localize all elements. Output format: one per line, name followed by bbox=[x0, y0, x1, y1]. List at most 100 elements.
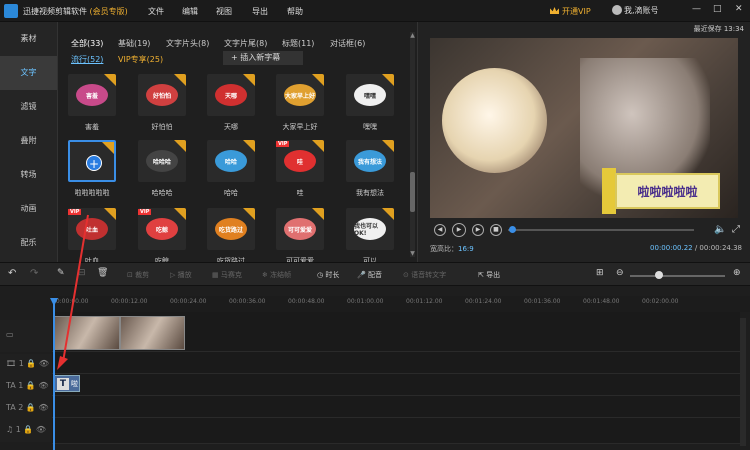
sticker-tile[interactable]: 吃鲸 VIP bbox=[138, 208, 186, 250]
sticker-tile[interactable]: 可可爱爱 bbox=[276, 208, 324, 250]
tab-titles[interactable]: 标题(11) bbox=[282, 38, 314, 49]
redo-icon[interactable]: ↷ bbox=[30, 268, 38, 279]
sidebar-item-text[interactable]: 文字 bbox=[0, 56, 57, 90]
subtab-popular[interactable]: 流行(52) bbox=[71, 54, 103, 65]
timeline-scrollbar[interactable] bbox=[740, 318, 746, 446]
sticker-label: 我有想法 bbox=[356, 189, 384, 197]
sidebar: 素材 文字 滤镜 叠附 转场 动画 配乐 bbox=[0, 22, 57, 262]
aspect-ratio-label: 宽高比： bbox=[430, 245, 458, 253]
delete-icon[interactable]: 🗑 bbox=[97, 268, 108, 278]
mosaic-button[interactable]: ▦ 马赛克 bbox=[212, 270, 242, 280]
music-track[interactable] bbox=[52, 418, 740, 444]
scroll-thumb[interactable] bbox=[410, 172, 415, 212]
sidebar-item-filters[interactable]: 滤镜 bbox=[0, 90, 57, 124]
freeze-label: 冻结帧 bbox=[270, 271, 292, 279]
preview-caption[interactable]: 啦啦啦啦啦 bbox=[615, 173, 720, 209]
fullscreen-icon[interactable]: ⤢ bbox=[732, 224, 740, 235]
sidebar-item-transitions[interactable]: 转场 bbox=[0, 158, 57, 192]
ruler-tick-label: 00:00:12.00 bbox=[111, 298, 148, 305]
close-button[interactable]: ✕ bbox=[735, 4, 743, 14]
zoom-in-icon[interactable]: ⊕ bbox=[733, 268, 741, 278]
sticker-tile[interactable]: 大家早上好 bbox=[276, 74, 324, 116]
text-track[interactable] bbox=[52, 374, 740, 396]
seek-bar[interactable] bbox=[508, 229, 694, 231]
vip-button[interactable]: 开通VIP bbox=[550, 6, 591, 17]
sticker-tile[interactable]: + bbox=[68, 140, 116, 182]
sticker-tile[interactable]: 哇 VIP bbox=[276, 140, 324, 182]
tab-all[interactable]: 全部(33) bbox=[71, 38, 103, 49]
add-icon[interactable]: + bbox=[86, 155, 102, 171]
sticker-tile[interactable]: 天哪 bbox=[207, 74, 255, 116]
sticker-tile[interactable]: 好怕怕 bbox=[138, 74, 186, 116]
text-clip[interactable]: T啦 bbox=[54, 375, 80, 392]
tab-dialog[interactable]: 对话框(6) bbox=[330, 38, 365, 49]
sticker-preview: 大家早上好 bbox=[284, 84, 316, 106]
insert-subtitle-button[interactable]: + 插入新字幕 bbox=[223, 51, 303, 65]
scroll-up-icon[interactable]: ▲ bbox=[410, 32, 415, 39]
sidebar-item-animation[interactable]: 动画 bbox=[0, 192, 57, 226]
download-badge-icon bbox=[382, 140, 394, 152]
account-button[interactable]: 我,滴账号 bbox=[612, 5, 659, 16]
crop-button[interactable]: ⊡ 裁剪 bbox=[127, 270, 149, 280]
freeze-button[interactable]: ❄ 冻结帧 bbox=[262, 270, 291, 280]
sticker-preview: 可可爱爱 bbox=[284, 218, 316, 240]
scroll-down-icon[interactable]: ▼ bbox=[410, 250, 415, 257]
split-icon[interactable]: ⊟ bbox=[78, 268, 86, 278]
text-library-panel: 全部(33) 基础(19) 文字片头(8) 文字片尾(8) 标题(11) 对话框… bbox=[57, 22, 418, 265]
sticker-tile[interactable]: 嘿嘿 bbox=[346, 74, 394, 116]
overlay-track[interactable] bbox=[52, 352, 740, 374]
minimize-button[interactable]: — bbox=[692, 4, 701, 14]
seek-handle[interactable] bbox=[508, 226, 516, 233]
sticker-preview: 吃货路过 bbox=[215, 218, 247, 240]
next-frame-button[interactable]: ▶ bbox=[472, 224, 484, 236]
sticker-tile[interactable]: 吃货路过 bbox=[207, 208, 255, 250]
library-scrollbar[interactable]: ▲ ▼ bbox=[410, 32, 415, 257]
prev-frame-button[interactable]: ◀ bbox=[434, 224, 446, 236]
maximize-button[interactable]: □ bbox=[713, 4, 722, 14]
volume-icon[interactable]: 🔈 bbox=[714, 224, 726, 235]
menu-edit[interactable]: 编辑 bbox=[182, 6, 198, 17]
fit-icon[interactable]: ⊞ bbox=[596, 268, 604, 278]
menu-help[interactable]: 帮助 bbox=[287, 6, 303, 17]
zoom-slider[interactable] bbox=[630, 275, 725, 277]
video-track-icon: ▭ bbox=[6, 330, 14, 339]
video-clip[interactable] bbox=[120, 316, 185, 350]
track-header-video: ▭ bbox=[0, 320, 52, 352]
tab-intro[interactable]: 文字片头(8) bbox=[166, 38, 209, 49]
menu-file[interactable]: 文件 bbox=[148, 6, 164, 17]
play-tool-button[interactable]: ▷ 播放 bbox=[170, 270, 192, 280]
timeline-ruler[interactable]: 00:00:00.00 00:00:12.00 00:00:24.00 00:00:3… bbox=[52, 296, 750, 312]
video-preview[interactable]: 啦啦啦啦啦 bbox=[430, 38, 738, 218]
sticker-label: 天哪 bbox=[224, 123, 238, 131]
video-clip[interactable] bbox=[54, 316, 120, 350]
edit-icon[interactable]: ✎ bbox=[57, 268, 65, 278]
stop-button[interactable]: ■ bbox=[490, 224, 502, 236]
menu-view[interactable]: 视图 bbox=[216, 6, 232, 17]
sticker-tile[interactable]: 吐血 VIP bbox=[68, 208, 116, 250]
subtab-vip[interactable]: VIP专享(25) bbox=[118, 54, 163, 65]
sidebar-item-media[interactable]: 素材 bbox=[0, 22, 57, 56]
sticker-tile[interactable]: 我有想法 bbox=[346, 140, 394, 182]
text2-track[interactable] bbox=[52, 396, 740, 418]
playhead[interactable] bbox=[53, 300, 55, 450]
app-name: 迅捷视频剪辑软件 bbox=[23, 7, 87, 16]
zoom-slider-handle[interactable] bbox=[655, 271, 663, 279]
sidebar-item-overlay[interactable]: 叠附 bbox=[0, 124, 57, 158]
tab-outro[interactable]: 文字片尾(8) bbox=[224, 38, 267, 49]
undo-icon[interactable]: ↶ bbox=[8, 268, 16, 279]
zoom-out-icon[interactable]: ⊖ bbox=[616, 268, 624, 278]
sticker-tile[interactable]: 哈哈 bbox=[207, 140, 255, 182]
sticker-tile[interactable]: 害羞 bbox=[68, 74, 116, 116]
sidebar-item-music[interactable]: 配乐 bbox=[0, 226, 57, 260]
menu-export[interactable]: 导出 bbox=[252, 6, 268, 17]
sticker-preview: 害羞 bbox=[76, 84, 108, 106]
dubbing-button[interactable]: 🎤 配音 bbox=[357, 270, 382, 280]
play-button[interactable]: ▶ bbox=[452, 223, 466, 237]
sticker-tile[interactable]: 我也可以OK! bbox=[346, 208, 394, 250]
duration-button[interactable]: ◷ 时长 bbox=[317, 270, 339, 280]
speech-to-text-button[interactable]: ⊙ 语音转文字 bbox=[403, 270, 446, 280]
tab-basic[interactable]: 基础(19) bbox=[118, 38, 150, 49]
export-button[interactable]: ⇱ 导出 bbox=[478, 270, 500, 280]
aspect-ratio-value[interactable]: 16:9 bbox=[458, 245, 474, 253]
sticker-tile[interactable]: 哈哈哈 bbox=[138, 140, 186, 182]
